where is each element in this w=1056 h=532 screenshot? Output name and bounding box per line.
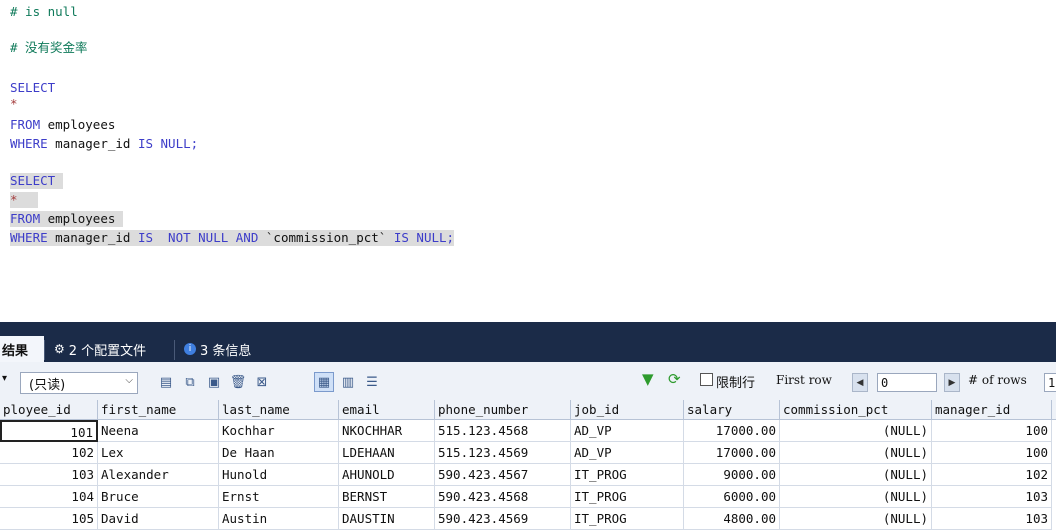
column-header[interactable]: last_name	[219, 400, 339, 420]
table-cell[interactable]: 9000.00	[684, 464, 780, 486]
table-cell[interactable]: (NULL)	[780, 508, 932, 530]
table-cell[interactable]: 4800.00	[684, 508, 780, 530]
column-header[interactable]: phone_number	[435, 400, 571, 420]
column-header[interactable]: job_id	[571, 400, 684, 420]
first-row-label: First row	[776, 373, 832, 387]
insert-row-icon[interactable]: ▤	[156, 372, 176, 392]
table-cell[interactable]: IT_PROG	[571, 486, 684, 508]
table-cell[interactable]: (NULL)	[780, 486, 932, 508]
editor-line-6: WHERE manager_id IS NULL;	[10, 136, 199, 151]
tab-info[interactable]: i3 条信息	[178, 336, 257, 362]
column-header[interactable]: commission_pct	[780, 400, 932, 420]
table-cell[interactable]: Neena	[98, 420, 219, 442]
table-cell[interactable]: LDEHAAN	[339, 442, 435, 464]
editor-line-5: FROM employees	[10, 117, 116, 132]
table-cell[interactable]: Lex	[98, 442, 219, 464]
tab-result[interactable]: 结果	[0, 336, 44, 362]
table-cell[interactable]: 100	[932, 420, 1052, 442]
save-icon[interactable]: ▣	[204, 372, 224, 392]
table-cell[interactable]: AD_VP	[571, 442, 684, 464]
table-cell[interactable]: NKOCHHAR	[339, 420, 435, 442]
tab-separator	[174, 340, 175, 360]
duplicate-row-icon[interactable]: ⧉	[180, 372, 200, 392]
column-header[interactable]: salary	[684, 400, 780, 420]
table-cell[interactable]: 100	[932, 442, 1052, 464]
table-cell[interactable]: 103	[932, 486, 1052, 508]
result-tabbar: 结果 ⚙ 2 个配置文件 i3 条信息	[0, 322, 1056, 362]
table-cell[interactable]: Hunold	[219, 464, 339, 486]
table-cell[interactable]: Kochhar	[219, 420, 339, 442]
table-cell[interactable]: 104	[0, 486, 98, 508]
table-cell[interactable]: 102	[0, 442, 98, 464]
table-cell[interactable]: (NULL)	[780, 464, 932, 486]
table-cell[interactable]: 102	[932, 464, 1052, 486]
editor-line-7: SELECT	[10, 173, 63, 189]
table-cell[interactable]: 17000.00	[684, 420, 780, 442]
editor-line-8: *	[10, 192, 38, 208]
first-row-input[interactable]: 0	[877, 373, 937, 392]
rows-count-label: # of rows	[968, 373, 1027, 387]
column-header[interactable]: ployee_id	[0, 400, 98, 420]
result-toolbar: ▾ (只读) ⌵ ▤ ⧉ ▣ 🗑 ⊠ ▦ ▥ ☰ ▼ ⟳ 限制行 First ro…	[0, 362, 1056, 401]
sql-editor[interactable]: # is null # 没有奖金率 SELECT * FROM employee…	[0, 0, 1056, 322]
table-cell[interactable]: (NULL)	[780, 420, 932, 442]
table-cell[interactable]: (NULL)	[780, 442, 932, 464]
delete-icon[interactable]: 🗑	[228, 372, 248, 392]
column-header[interactable]: manager_id	[932, 400, 1052, 420]
grid-view-icon[interactable]: ▦	[314, 372, 334, 392]
tab-profiles[interactable]: ⚙ 2 个配置文件	[48, 336, 152, 362]
form-view-icon[interactable]: ▥	[338, 372, 358, 392]
table-cell[interactable]: BERNST	[339, 486, 435, 508]
table-cell[interactable]: Ernst	[219, 486, 339, 508]
table-cell[interactable]: IT_PROG	[571, 508, 684, 530]
table-cell[interactable]: 590.423.4569	[435, 508, 571, 530]
table-cell[interactable]: Alexander	[98, 464, 219, 486]
tab-separator	[44, 340, 45, 360]
table-cell[interactable]: 103	[0, 464, 98, 486]
table-cell[interactable]: 590.423.4567	[435, 464, 571, 486]
table-cell[interactable]: Bruce	[98, 486, 219, 508]
table-cell[interactable]: Austin	[219, 508, 339, 530]
table-cell[interactable]: 103	[932, 508, 1052, 530]
table-cell[interactable]: 105	[0, 508, 98, 530]
table-cell[interactable]: AD_VP	[571, 420, 684, 442]
limit-rows-label: 限制行	[716, 376, 756, 391]
table-cell[interactable]: DAUSTIN	[339, 508, 435, 530]
filter-icon[interactable]: ▼	[642, 370, 654, 388]
text-view-icon[interactable]: ☰	[362, 372, 382, 392]
table-cell[interactable]: 515.123.4568	[435, 420, 571, 442]
table-cell[interactable]: AHUNOLD	[339, 464, 435, 486]
cancel-icon[interactable]: ⊠	[252, 372, 272, 392]
profile-icon: ⚙	[54, 342, 65, 356]
table-cell[interactable]: 515.123.4569	[435, 442, 571, 464]
editor-line-3: SELECT	[10, 80, 56, 95]
column-header	[1052, 400, 1056, 420]
column-header[interactable]: email	[339, 400, 435, 420]
result-grid[interactable]: ployee_id first_name last_name email pho…	[0, 400, 1056, 532]
prev-page-icon[interactable]: ◀	[852, 373, 868, 392]
editor-line-2: # 没有奖金率	[10, 40, 88, 55]
table-cell[interactable]: De Haan	[219, 442, 339, 464]
info-icon: i	[184, 343, 196, 355]
editor-line-1: # is null	[10, 4, 78, 19]
limit-rows-checkbox[interactable]	[700, 373, 713, 386]
chevron-down-icon: ⌵	[125, 375, 133, 386]
editor-line-4: *	[10, 96, 18, 111]
table-cell[interactable]: 17000.00	[684, 442, 780, 464]
table-cell[interactable]: IT_PROG	[571, 464, 684, 486]
next-page-icon[interactable]: ▶	[944, 373, 960, 392]
chevron-down-icon[interactable]: ▾	[2, 373, 7, 384]
table-cell[interactable]: 101	[0, 420, 98, 442]
editor-line-10: WHERE manager_id IS NOT NULL AND `commis…	[10, 230, 455, 246]
refresh-icon[interactable]: ⟳	[668, 370, 681, 388]
rows-count-input[interactable]: 1	[1044, 373, 1056, 392]
table-cell[interactable]: 6000.00	[684, 486, 780, 508]
readonly-select[interactable]: (只读) ⌵	[20, 372, 138, 394]
table-cell[interactable]: David	[98, 508, 219, 530]
column-header[interactable]: first_name	[98, 400, 219, 420]
table-cell[interactable]: 590.423.4568	[435, 486, 571, 508]
editor-line-9: FROM employees	[10, 211, 123, 227]
